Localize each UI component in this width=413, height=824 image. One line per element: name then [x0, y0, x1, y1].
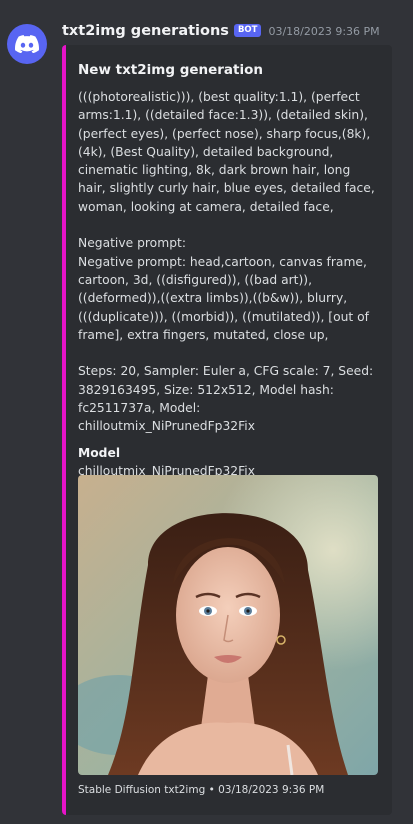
message-header: txt2img generations BOT 03/18/2023 9:36 … — [62, 20, 380, 42]
author-name[interactable]: txt2img generations — [62, 23, 229, 39]
bot-avatar[interactable] — [7, 24, 47, 64]
field-name-model: Model — [78, 445, 121, 460]
message-timestamp: 03/18/2023 9:36 PM — [268, 24, 380, 38]
generated-portrait-image — [78, 475, 378, 775]
embed-description: (((photorealistic))), (best quality:1.1)… — [78, 90, 375, 434]
embed-footer: Stable Diffusion txt2img • 03/18/2023 9:… — [78, 784, 325, 796]
bot-tag: BOT — [233, 23, 262, 37]
embed-title: New txt2img generation — [78, 62, 264, 78]
generated-image[interactable] — [78, 475, 378, 775]
discord-logo-icon — [15, 35, 39, 53]
embed-card: New txt2img generation (((photorealistic… — [62, 45, 392, 815]
